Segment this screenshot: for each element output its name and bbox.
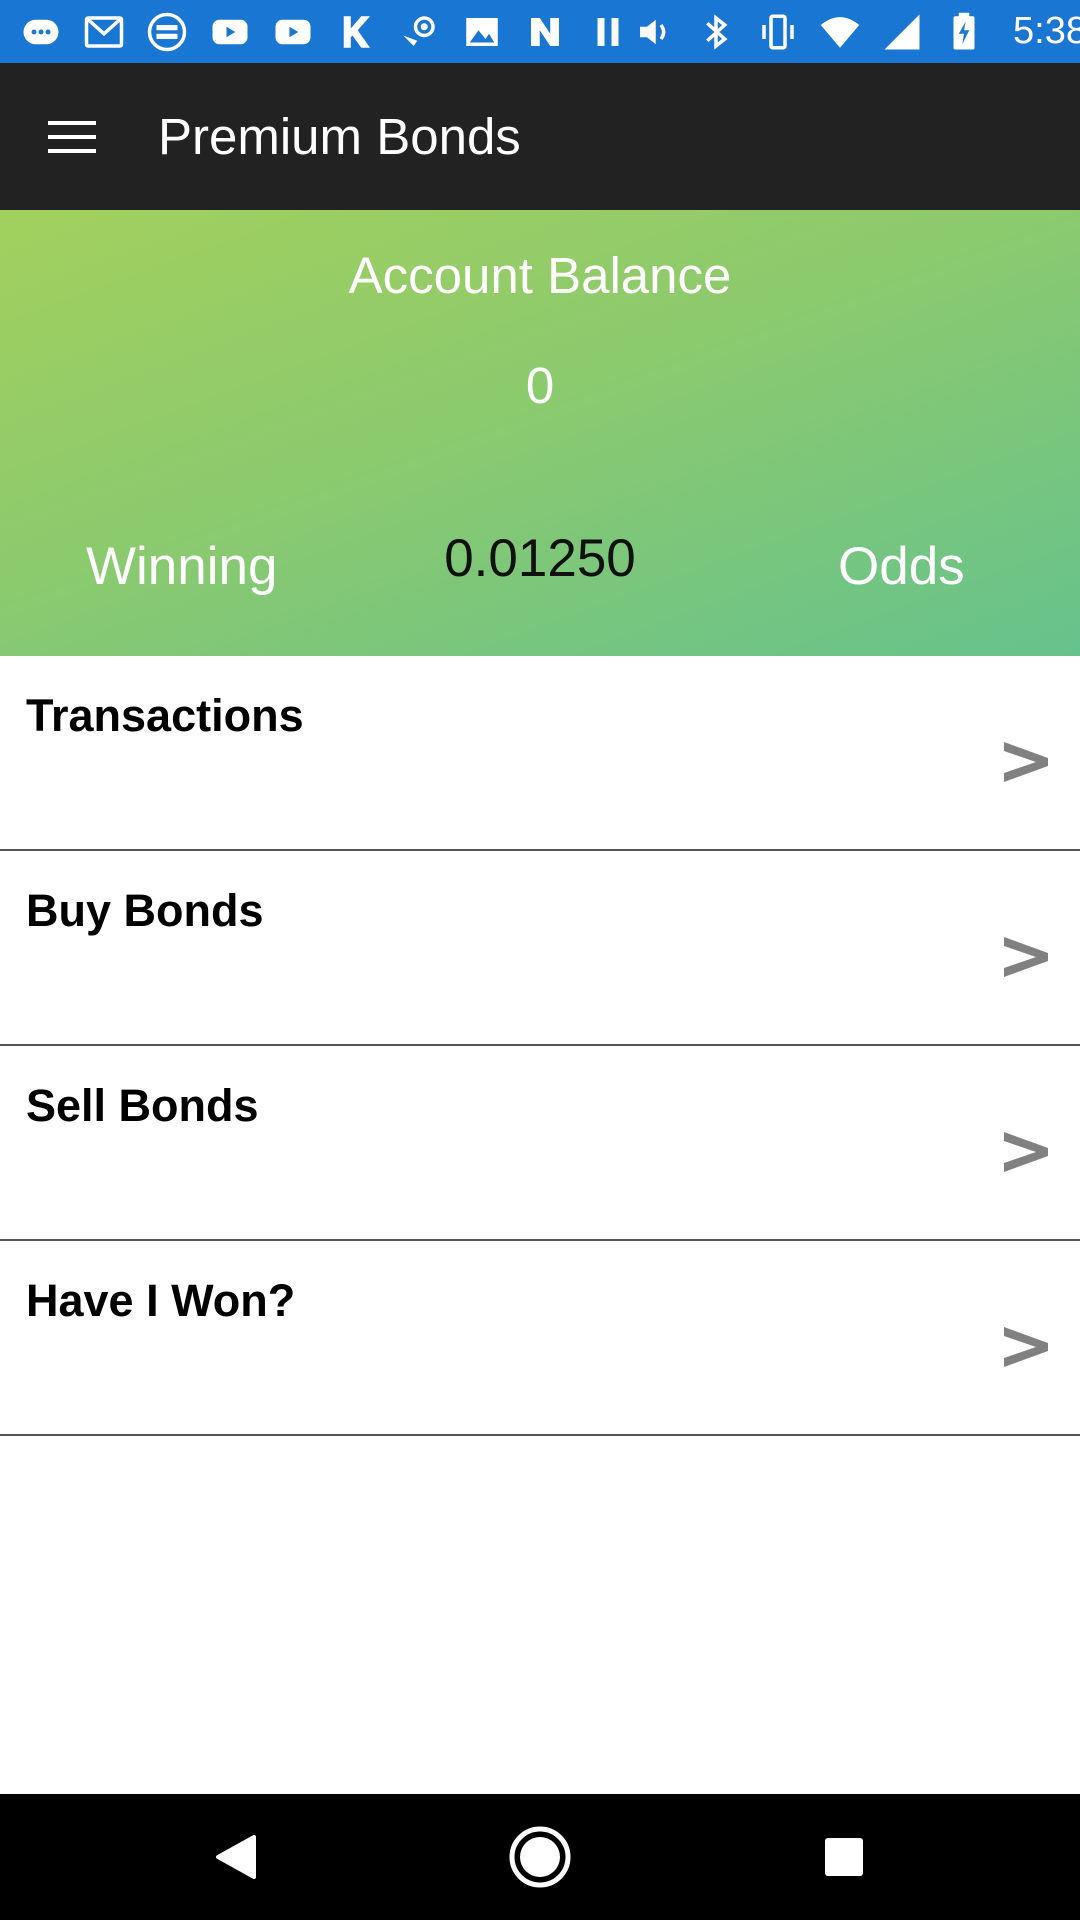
menu-item-label: Sell Bonds	[26, 1080, 259, 1131]
youtube-icon	[207, 9, 253, 55]
odds-label: Odds	[838, 537, 965, 596]
bluetooth-icon	[693, 9, 739, 55]
menu-item-label: Transactions	[26, 690, 304, 741]
account-balance-panel: Account Balance 0 Winning 0.01250 Odds	[0, 210, 1080, 656]
status-bar: 5:38	[0, 0, 1080, 63]
home-icon	[509, 1826, 571, 1888]
hamburger-menu-button[interactable]	[0, 63, 146, 210]
vibrate-icon	[755, 9, 801, 55]
notification-icons	[18, 9, 631, 55]
winning-odds-row: Winning 0.01250 Odds	[0, 528, 1080, 608]
messages-icon	[18, 9, 64, 55]
chevron-right-icon	[1004, 937, 1048, 977]
menu-item-have-i-won[interactable]: Have I Won?	[0, 1241, 1080, 1436]
steam-icon	[396, 9, 442, 55]
pause-icon	[585, 9, 631, 55]
page-title: Premium Bonds	[158, 108, 521, 165]
chevron-right-icon	[1004, 1327, 1048, 1367]
back-icon	[216, 1835, 256, 1879]
home-button[interactable]	[470, 1794, 610, 1920]
webtoon-icon	[144, 9, 190, 55]
gmail-icon	[81, 9, 127, 55]
account-balance-value: 0	[525, 357, 555, 414]
system-icons: 5:38	[631, 9, 1080, 55]
battery-charging-icon	[941, 9, 987, 55]
k-app-icon	[333, 9, 379, 55]
wifi-icon	[817, 9, 863, 55]
chevron-right-icon	[1004, 742, 1048, 782]
recents-button[interactable]	[774, 1794, 914, 1920]
menu-list: Transactions Buy Bonds Sell Bonds Have I…	[0, 656, 1080, 1436]
n-app-icon	[522, 9, 568, 55]
signal-icon	[879, 9, 925, 55]
menu-item-label: Have I Won?	[26, 1275, 296, 1326]
gallery-icon	[459, 9, 505, 55]
app-bar: Premium Bonds	[0, 63, 1080, 210]
system-navigation-bar	[0, 1794, 1080, 1920]
account-balance-label: Account Balance	[348, 247, 732, 304]
recents-icon	[825, 1838, 863, 1876]
hamburger-menu-icon	[48, 120, 96, 153]
volume-icon	[631, 9, 677, 55]
chevron-right-icon	[1004, 1132, 1048, 1172]
back-button[interactable]	[166, 1794, 306, 1920]
menu-item-transactions[interactable]: Transactions	[0, 656, 1080, 851]
youtube-icon-2	[270, 9, 316, 55]
menu-item-buy-bonds[interactable]: Buy Bonds	[0, 851, 1080, 1046]
status-time: 5:38	[1013, 10, 1080, 52]
menu-item-sell-bonds[interactable]: Sell Bonds	[0, 1046, 1080, 1241]
menu-item-label: Buy Bonds	[26, 885, 264, 936]
